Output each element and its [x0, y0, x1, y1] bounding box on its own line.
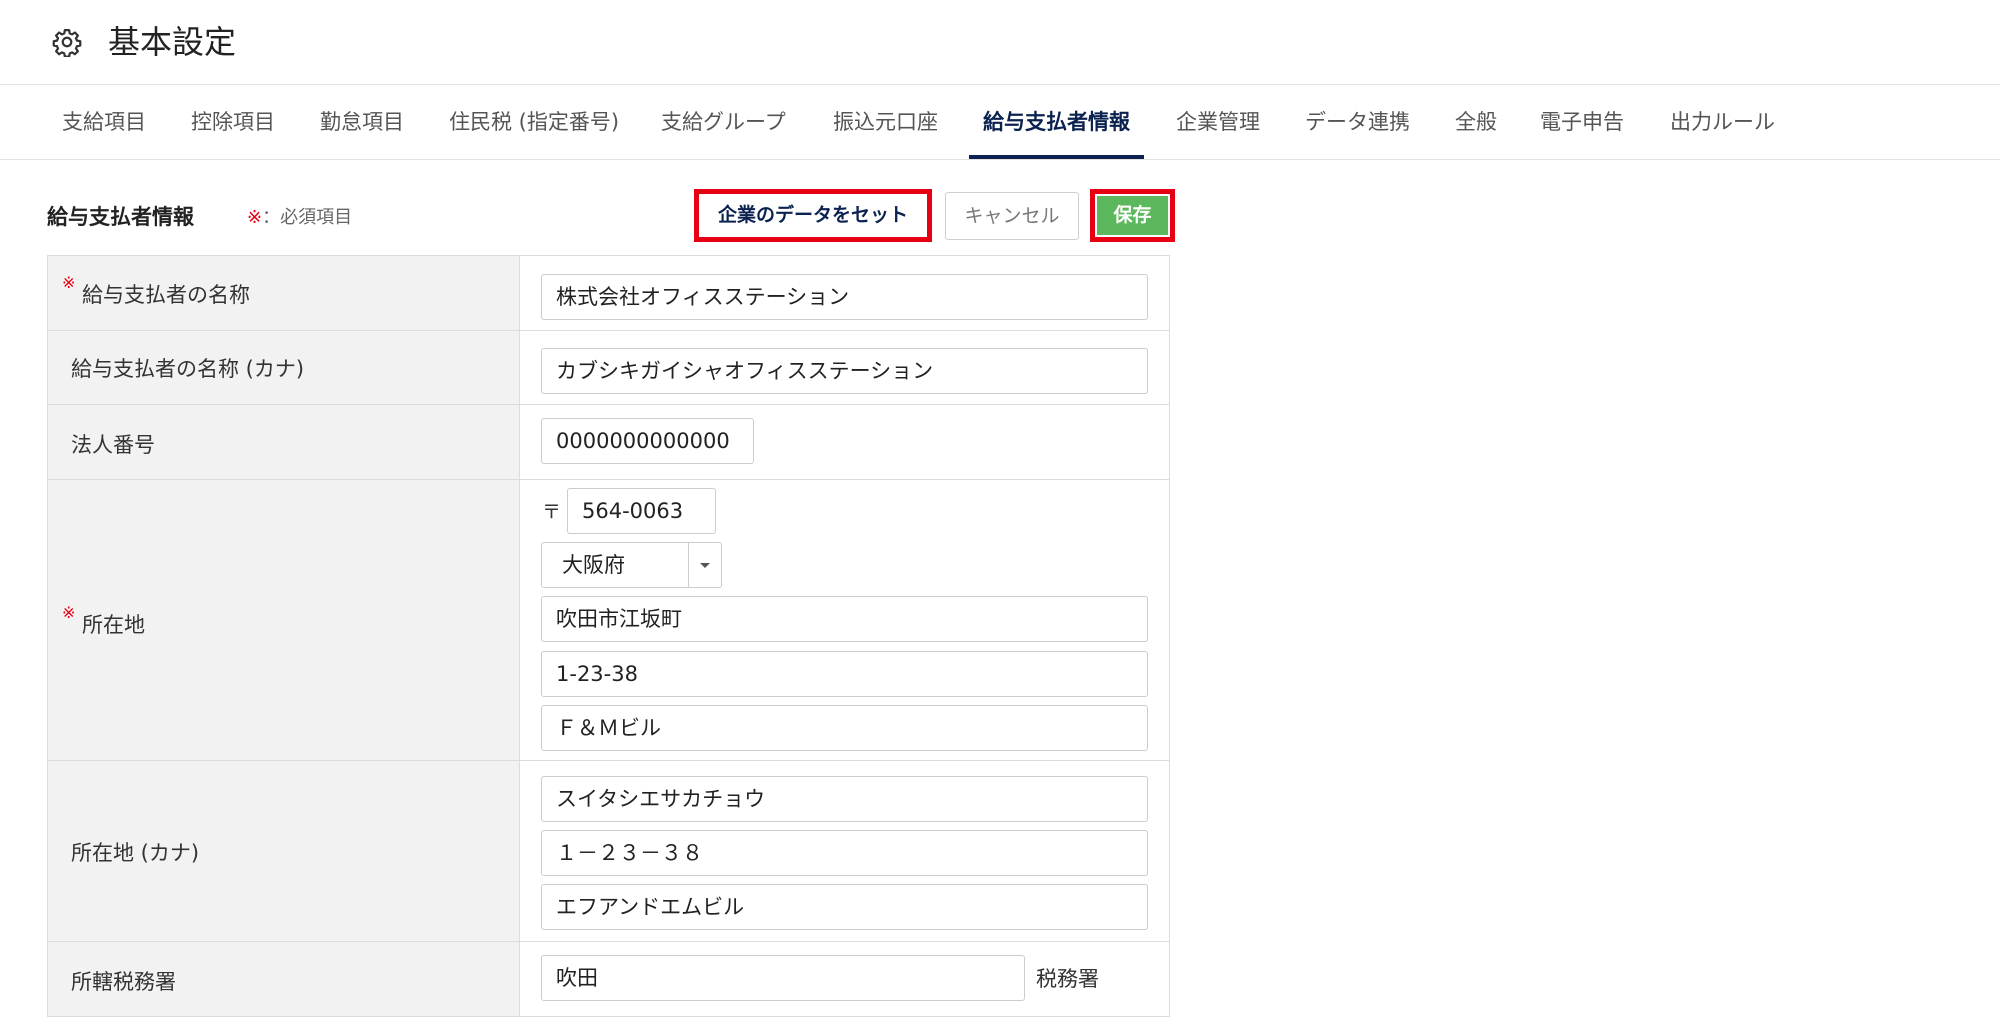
- save-button-label: 保存: [1097, 196, 1168, 235]
- required-text: ：必須項目: [262, 207, 353, 228]
- label-cell: ※ 所在地: [48, 480, 520, 760]
- label-cell: 法人番号: [48, 405, 520, 479]
- address-kana-line1-input[interactable]: スイタシエサカチョウ: [541, 776, 1148, 822]
- tab-resident-tax[interactable]: 住民税 (指定番号): [449, 85, 619, 159]
- tab-e-filing[interactable]: 電子申告: [1540, 85, 1624, 159]
- field-label: 所在地: [82, 613, 145, 637]
- required-mark: ※: [62, 273, 76, 292]
- tab-company-management[interactable]: 企業管理: [1176, 85, 1260, 159]
- form-row-name: ※ 給与支払者の名称 株式会社オフィスステーション: [48, 256, 1169, 331]
- set-company-data-button[interactable]: 企業のデータをセット: [694, 189, 932, 242]
- settings-tabs: 支給項目 控除項目 勤怠項目 住民税 (指定番号) 支給グループ 振込元口座 給…: [0, 85, 2000, 160]
- required-mark: ※: [62, 603, 76, 622]
- section-title: 給与支払者情報: [47, 205, 194, 229]
- address-line2-input[interactable]: 1-23-38: [541, 651, 1148, 697]
- label-cell: ※ 給与支払者の名称: [48, 256, 520, 330]
- tab-payment-group[interactable]: 支給グループ: [661, 85, 786, 159]
- payer-info-form: ※ 給与支払者の名称 株式会社オフィスステーション 給与支払者の名称 (カナ) …: [47, 255, 1170, 1017]
- chevron-down-icon: [688, 543, 721, 587]
- page-header: 基本設定: [0, 0, 2000, 85]
- tab-transfer-account[interactable]: 振込元口座: [833, 85, 938, 159]
- postal-code-input[interactable]: 564-0063: [567, 488, 716, 534]
- address-kana-line3-input[interactable]: エフアンドエムビル: [541, 884, 1148, 930]
- label-cell: 所轄税務署: [48, 942, 520, 1016]
- label-cell: 給与支払者の名称 (カナ): [48, 331, 520, 404]
- address-kana-line2-input[interactable]: １－２３－３８: [541, 830, 1148, 876]
- form-row-tax-office: 所轄税務署 吹田 税務署: [48, 942, 1169, 1016]
- tab-payment-items[interactable]: 支給項目: [62, 85, 146, 159]
- form-row-name-kana: 給与支払者の名称 (カナ) カブシキガイシャオフィスステーション: [48, 331, 1169, 405]
- tab-deduction-items[interactable]: 控除項目: [191, 85, 275, 159]
- tax-office-suffix: 税務署: [1036, 967, 1099, 991]
- field-label: 所轄税務署: [71, 970, 176, 994]
- field-label: 所在地 (カナ): [71, 841, 200, 865]
- form-row-corporate-number: 法人番号 0000000000000: [48, 405, 1169, 480]
- payer-name-kana-input[interactable]: カブシキガイシャオフィスステーション: [541, 348, 1148, 394]
- payer-name-input[interactable]: 株式会社オフィスステーション: [541, 274, 1148, 320]
- form-row-address-kana: 所在地 (カナ) スイタシエサカチョウ １－２３－３８ エフアンドエムビル: [48, 761, 1169, 942]
- required-note: ※：必須項目: [247, 204, 352, 232]
- tab-data-integration[interactable]: データ連携: [1305, 85, 1410, 159]
- label-cell: 所在地 (カナ): [48, 761, 520, 941]
- tab-general[interactable]: 全般: [1455, 85, 1497, 159]
- field-label: 給与支払者の名称 (カナ): [71, 357, 305, 381]
- address-line1-input[interactable]: 吹田市江坂町: [541, 596, 1148, 642]
- postal-mark: 〒: [542, 501, 562, 523]
- tab-payer-info[interactable]: 給与支払者情報: [969, 85, 1144, 159]
- save-button[interactable]: 保存: [1090, 189, 1175, 242]
- prefecture-select[interactable]: 大阪府: [541, 542, 722, 588]
- tab-attendance-items[interactable]: 勤怠項目: [320, 85, 404, 159]
- field-label: 法人番号: [71, 433, 155, 457]
- form-row-address: ※ 所在地 〒 564-0063 大阪府 吹田市江坂町 1-23-38 Ｆ＆Ｍビ…: [48, 480, 1169, 761]
- required-mark: ※: [247, 207, 263, 228]
- tax-office-input[interactable]: 吹田: [541, 955, 1025, 1001]
- corporate-number-input[interactable]: 0000000000000: [541, 418, 754, 464]
- cancel-button[interactable]: キャンセル: [945, 192, 1079, 240]
- address-line3-input[interactable]: Ｆ＆Ｍビル: [541, 705, 1148, 751]
- prefecture-value: 大阪府: [562, 553, 625, 577]
- field-label: 給与支払者の名称: [82, 283, 250, 307]
- gear-icon: [52, 29, 82, 57]
- page-title: 基本設定: [108, 23, 237, 61]
- tab-output-rules[interactable]: 出力ルール: [1670, 85, 1775, 159]
